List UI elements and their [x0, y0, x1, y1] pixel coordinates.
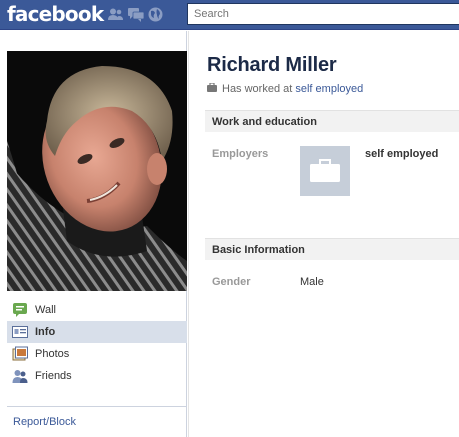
- nav-item-info[interactable]: Info: [7, 321, 187, 343]
- wall-icon: [12, 302, 28, 318]
- work-education-header: Work and education: [205, 110, 459, 132]
- nav-label-friends: Friends: [35, 370, 72, 382]
- headline-prefix: Has worked at: [222, 83, 293, 95]
- nav-item-friends[interactable]: Friends: [7, 365, 187, 387]
- employer-link[interactable]: self employed: [365, 148, 438, 160]
- nav-item-photos[interactable]: Photos: [7, 343, 187, 365]
- profile-nav: Wall Info Photos Friends: [7, 299, 187, 387]
- profile-headline: Has worked at self employed: [207, 82, 363, 95]
- nav-divider: [7, 406, 186, 407]
- search-input[interactable]: [188, 4, 459, 24]
- photos-icon: [12, 346, 28, 362]
- briefcase-icon: [207, 82, 217, 95]
- gender-label: Gender: [212, 276, 251, 288]
- search-box[interactable]: [187, 3, 459, 25]
- info-icon: [12, 324, 28, 340]
- employers-label: Employers: [212, 148, 269, 160]
- top-bar: facebook: [0, 0, 459, 30]
- facebook-logo[interactable]: facebook: [7, 2, 104, 26]
- notification-jewels: [107, 6, 164, 23]
- profile-picture[interactable]: [7, 51, 187, 291]
- report-block-link[interactable]: Report/Block: [13, 416, 76, 428]
- messages-icon[interactable]: [127, 6, 144, 23]
- basic-info-header: Basic Information: [205, 238, 459, 260]
- nav-item-wall[interactable]: Wall: [7, 299, 187, 321]
- gender-value: Male: [300, 276, 324, 288]
- employer-thumbnail[interactable]: [300, 146, 350, 196]
- friends-icon: [12, 368, 28, 384]
- friend-requests-icon[interactable]: [107, 6, 124, 23]
- nav-label-info: Info: [35, 326, 56, 338]
- profile-name[interactable]: Richard Miller: [207, 54, 337, 77]
- nav-label-photos: Photos: [35, 348, 70, 360]
- briefcase-icon: [310, 159, 340, 182]
- headline-company-link[interactable]: self employed: [295, 83, 363, 95]
- nav-label-wall: Wall: [35, 304, 56, 316]
- notifications-globe-icon[interactable]: [147, 6, 164, 23]
